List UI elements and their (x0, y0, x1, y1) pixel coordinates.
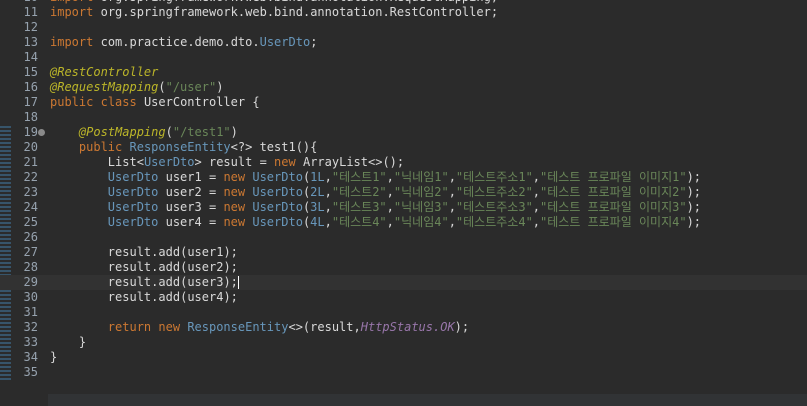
code-line[interactable]: 34} (0, 350, 807, 365)
code-text: result.add(user2); (107, 260, 238, 274)
code-text: UserDto user3 = new UserDto(3L,"테스트3","닉… (107, 200, 702, 214)
code-line[interactable]: 17 public class UserController { (0, 95, 807, 110)
code-editor[interactable]: 10import org.springframework.web.bind.an… (0, 0, 807, 380)
line-number: 24 (23, 200, 38, 214)
code-line[interactable]: 16 @RequestMapping("/user") (0, 80, 807, 95)
line-number: 32 (23, 320, 38, 334)
code-text: @RestController (50, 65, 159, 79)
line-number: 25 (23, 215, 38, 229)
code-line[interactable]: 28 result.add(user2); (0, 260, 807, 275)
line-number: 31 (23, 305, 38, 319)
horizontal-scrollbar[interactable] (48, 394, 807, 406)
line-number: 27 (23, 245, 38, 259)
code-text: public ResponseEntity<?> test1(){ (78, 140, 318, 154)
code-text: } (50, 350, 58, 364)
code-line[interactable]: 25 UserDto user4 = new UserDto(4L,"테스트4"… (0, 215, 807, 230)
code-line[interactable]: 15 @RestController (0, 65, 807, 80)
code-text: import com.practice.demo.dto.UserDto; (50, 35, 318, 49)
code-text: result.add(user1); (107, 245, 238, 259)
line-number: 34 (23, 350, 38, 364)
line-number: 23 (23, 185, 38, 199)
code-text: import org.springframework.web.bind.anno… (50, 5, 499, 19)
line-number: 11 (23, 5, 38, 19)
code-line[interactable]: 22 UserDto user1 = new UserDto(1L,"테스트1"… (0, 170, 807, 185)
code-line[interactable]: 33 } (0, 335, 807, 350)
code-line[interactable]: 27 result.add(user1); (0, 245, 807, 260)
code-line[interactable]: 11 import org.springframework.web.bind.an… (0, 5, 807, 20)
line-number: 18 (23, 110, 38, 124)
code-line[interactable]: 35 (0, 365, 807, 380)
code-line[interactable]: 26 (0, 230, 807, 245)
breakpoint-marker-icon[interactable] (38, 129, 45, 136)
code-text: } (78, 335, 87, 349)
code-text: result.add(user4); (107, 290, 238, 304)
line-number: 16 (23, 80, 38, 94)
code-text: List<UserDto> result = new ArrayList<>()… (107, 155, 405, 169)
code-line[interactable]: 32 return new ResponseEntity<>(result,Ht… (0, 320, 807, 335)
code-text: UserDto user1 = new UserDto(1L,"테스트1","닉… (107, 170, 702, 184)
line-number: 21 (23, 155, 38, 169)
code-line[interactable]: 29 result.add(user3); (0, 275, 807, 290)
line-number: 30 (23, 290, 38, 304)
code-line[interactable]: 20 public ResponseEntity<?> test1(){ (0, 140, 807, 155)
code-line[interactable]: 30 result.add(user4); (0, 290, 807, 305)
code-line[interactable]: 31 (0, 305, 807, 320)
code-line[interactable]: 14 (0, 50, 807, 65)
line-number: 14 (23, 50, 38, 64)
line-number: 20 (23, 140, 38, 154)
code-line[interactable]: 18 (0, 110, 807, 125)
code-line[interactable]: 24 UserDto user3 = new UserDto(3L,"테스트3"… (0, 200, 807, 215)
code-text: UserDto user4 = new UserDto(4L,"테스트4","닉… (107, 215, 702, 229)
code-text: return new ResponseEntity<>(result,HttpS… (107, 320, 470, 334)
line-number: 12 (23, 20, 38, 34)
code-text: result.add(user3); (107, 275, 239, 289)
code-text: UserDto user2 = new UserDto(2L,"테스트2","닉… (107, 185, 702, 199)
code-text: @RequestMapping("/user") (50, 80, 224, 94)
code-line[interactable]: 12 (0, 20, 807, 35)
line-number: 19 (23, 125, 38, 139)
line-number: 33 (23, 335, 38, 349)
code-line[interactable]: 23 UserDto user2 = new UserDto(2L,"테스트2"… (0, 185, 807, 200)
line-number: 29 (23, 275, 38, 289)
line-number: 35 (23, 365, 38, 379)
line-number: 17 (23, 95, 38, 109)
line-number: 13 (23, 35, 38, 49)
code-line[interactable]: 13 import com.practice.demo.dto.UserDto; (0, 35, 807, 50)
line-number: 15 (23, 65, 38, 79)
code-text: @PostMapping("/test1") (78, 125, 238, 139)
line-number: 28 (23, 260, 38, 274)
code-line[interactable]: 21 List<UserDto> result = new ArrayList<… (0, 155, 807, 170)
code-text: public class UserController { (50, 95, 260, 109)
line-number: 22 (23, 170, 38, 184)
text-caret (237, 276, 239, 289)
code-line[interactable]: 19 @PostMapping("/test1") (0, 125, 807, 140)
line-number: 26 (23, 230, 38, 244)
